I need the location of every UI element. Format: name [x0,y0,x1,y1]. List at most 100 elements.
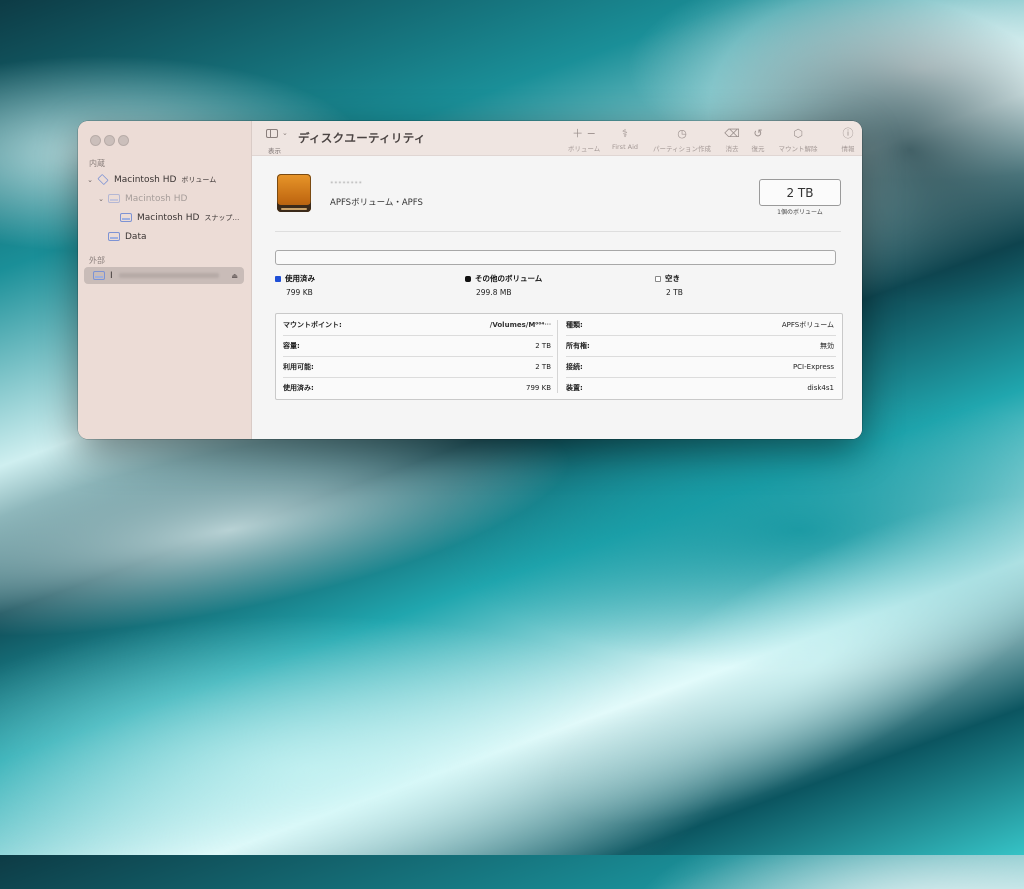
sidebar-item-label: I [110,270,113,281]
info-value: 2 TB [535,342,551,350]
sidebar-item-label: Data [125,231,147,242]
sidebar-item-container[interactable]: ⌄ Macintosh HD ボリューム [85,171,216,188]
legend-used: 使用済み [275,273,315,284]
restore-button[interactable]: ↺ 復元 [744,127,772,153]
info-icon: ⓘ [842,127,854,140]
toolbar-button-label: パーティション作成 [652,145,712,153]
redacted-name [118,273,219,278]
view-label: 表示 [268,147,281,155]
toolbar-button-label: ボリューム [567,145,601,153]
external-drive-icon [277,174,311,212]
toolbar-button-label: マウント解除 [778,145,818,153]
disk-icon [108,194,120,203]
sidebar-item-snapshot[interactable]: Macintosh HD スナップ… [118,209,239,226]
info-value: PCI-Express [792,363,834,371]
close-window-button[interactable] [90,135,101,146]
stack-icon [97,173,109,186]
sidebar-item-external[interactable]: I ⏏ [84,267,244,284]
info-row: マウントポイント: /Volumes/M⁰⁰⁴ᐧᐧᐧ [283,315,555,335]
info-value: 2 TB [535,363,551,371]
info-value: 無効 [820,342,834,350]
volume-name: ᐧᐧᐧᐧᐧᐧᐧᐧ [330,176,363,190]
toolbar-button-label: First Aid [611,143,639,151]
stethoscope-icon: ⚕ [622,127,628,140]
sidebar-toggle-icon[interactable] [266,129,278,138]
info-value: /Volumes/M⁰⁰⁴ᐧᐧᐧ [489,321,551,329]
legend-label: 空き [665,274,680,283]
info-row: 接続: PCI-Express [566,357,838,377]
info-value: disk4s1 [807,384,834,392]
info-row: 装置: disk4s1 [566,378,838,398]
sidebar: 内蔵 ⌄ Macintosh HD ボリューム ⌄ Macintosh HD M… [78,121,252,439]
toolbar-button-label: 情報 [841,145,855,153]
info-row: 種類: APFSボリューム [566,315,838,335]
legend-value: 2 TB [666,288,683,297]
window-title: ディスクユーティリティ [298,131,426,145]
legend-value: 299.8 MB [476,288,512,297]
capacity-box: 2 TB [759,179,841,206]
info-value: 799 KB [526,384,551,392]
zoom-window-button[interactable] [118,135,129,146]
toolbar: ⌄ 表示 ディスクユーティリティ ＋ − ボリューム ⚕ First Aid ◷… [252,121,862,156]
minimize-window-button[interactable] [104,135,115,146]
disk-icon [93,271,105,280]
info-key: 容量: [283,342,300,350]
chevron-down-icon[interactable]: ⌄ [85,176,95,184]
unmount-icon: ⬡ [793,127,803,140]
pie-icon: ◷ [677,127,687,140]
info-row: 容量: 2 TB [283,336,555,356]
disk-utility-window: 内蔵 ⌄ Macintosh HD ボリューム ⌄ Macintosh HD M… [78,121,862,439]
chevron-down-icon[interactable]: ⌄ [282,129,288,137]
info-key: 利用可能: [283,363,314,371]
eject-icon[interactable]: ⏏ [231,272,238,280]
chevron-down-icon[interactable]: ⌄ [96,195,106,203]
info-key: 所有権: [566,342,590,350]
disk-icon [108,232,120,241]
erase-button[interactable]: ⌫ 消去 [718,127,746,153]
sidebar-item-volume[interactable]: ⌄ Macintosh HD [96,190,187,207]
legend-label: その他のボリューム [475,274,543,283]
sidebar-item-sublabel: ボリューム [181,175,217,184]
restore-icon: ↺ [753,127,763,140]
info-button[interactable]: ⓘ 情報 [834,127,862,153]
partition-button[interactable]: ◷ パーティション作成 [647,127,717,153]
plus-minus-icon: ＋ − [572,127,596,140]
info-table: マウントポイント: /Volumes/M⁰⁰⁴ᐧᐧᐧ 容量: 2 TB 利用可能… [275,313,843,400]
volume-add-remove-button[interactable]: ＋ − ボリューム [564,127,604,153]
sidebar-item-label: Macintosh HD [114,174,177,185]
legend-other-volumes: その他のボリューム [465,273,542,284]
sidebar-item-label: Macintosh HD [137,212,200,223]
legend-label: 使用済み [285,274,315,283]
erase-icon: ⌫ [724,127,740,140]
info-key: 装置: [566,384,583,392]
sidebar-section-external: 外部 [89,256,105,265]
toolbar-button-label: 消去 [725,145,739,153]
free-swatch [655,275,661,282]
disk-icon [120,213,132,222]
info-value: APFSボリューム [781,321,834,329]
sidebar-item-label: Macintosh HD [125,193,188,204]
info-row: 利用可能: 2 TB [283,357,555,377]
main-pane: ᐧᐧᐧᐧᐧᐧᐧᐧ APFSボリューム・APFS 2 TB 1個のボリューム 使用… [252,156,862,439]
used-swatch [275,275,281,282]
info-key: 接続: [566,363,583,371]
volume-subtitle: APFSボリューム・APFS [330,198,423,208]
divider [275,231,841,232]
wallpaper-highlight [508,430,1024,889]
capacity-subtitle: 1個のボリューム [777,209,823,216]
sidebar-item-sublabel: スナップ… [204,213,240,222]
info-key: マウントポイント: [283,321,342,329]
column-divider [557,320,558,393]
unmount-button[interactable]: ⬡ マウント解除 [770,127,826,153]
legend-value: 799 KB [286,288,313,297]
toolbar-button-label: 復元 [751,145,765,153]
info-key: 種類: [566,321,583,329]
legend-free: 空き [655,273,680,284]
first-aid-button[interactable]: ⚕ First Aid [606,127,644,151]
info-key: 使用済み: [283,384,314,392]
usage-bar [275,250,836,265]
sidebar-section-internal: 内蔵 [89,159,105,168]
sidebar-item-data[interactable]: Data [106,228,147,245]
info-row: 所有権: 無効 [566,336,838,356]
other-volumes-swatch [465,275,471,282]
